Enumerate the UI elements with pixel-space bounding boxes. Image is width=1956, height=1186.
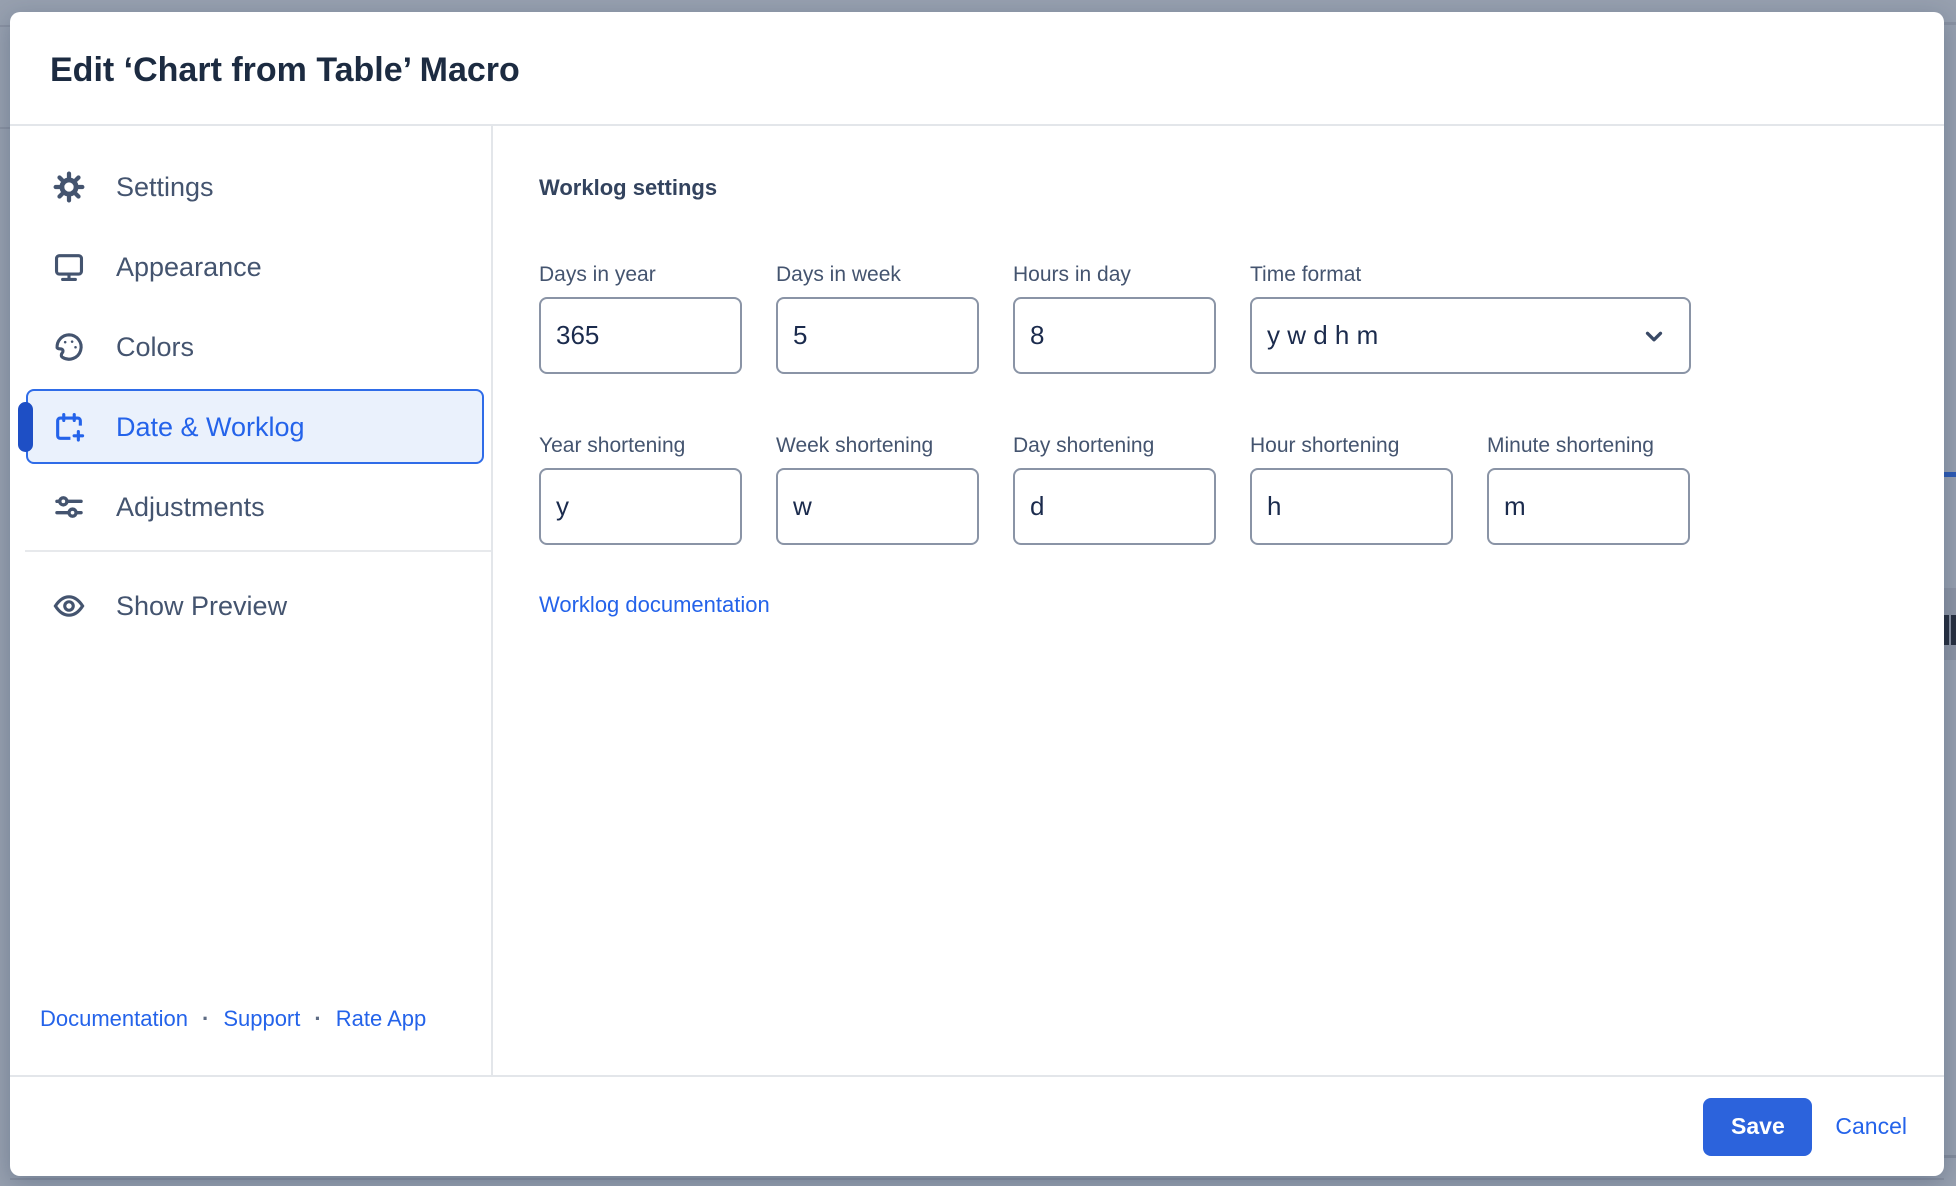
field-minute-shortening: Minute shortening bbox=[1487, 433, 1690, 545]
field-label: Week shortening bbox=[776, 433, 979, 459]
sidebar-item-label: Colors bbox=[116, 330, 194, 364]
dot-separator: · bbox=[202, 1005, 209, 1033]
sliders-icon bbox=[52, 490, 86, 524]
field-hour-shortening: Hour shortening bbox=[1250, 433, 1453, 545]
sidebar-item-show-preview[interactable]: Show Preview bbox=[26, 568, 484, 643]
field-label: Hours in day bbox=[1013, 262, 1216, 288]
worklog-settings-panel: Worklog settings Days in year Days in we… bbox=[493, 126, 1944, 1075]
hour-shortening-input[interactable] bbox=[1250, 468, 1453, 545]
field-days-in-week: Days in week bbox=[776, 262, 979, 374]
field-year-shortening: Year shortening bbox=[539, 433, 742, 545]
background-bar-right-2 bbox=[1951, 615, 1956, 645]
dot-separator: · bbox=[314, 1005, 321, 1033]
dialog-header: Edit ‘Chart from Table’ Macro bbox=[10, 12, 1944, 126]
year-shortening-input[interactable] bbox=[539, 468, 742, 545]
eye-icon bbox=[52, 589, 86, 623]
dialog-body: Settings Appearance bbox=[10, 126, 1944, 1075]
field-days-in-year: Days in year bbox=[539, 262, 742, 374]
field-label: Day shortening bbox=[1013, 433, 1216, 459]
field-time-format: Time format y w d h m bbox=[1250, 262, 1691, 374]
monitor-icon bbox=[52, 250, 86, 284]
sidebar-item-adjustments[interactable]: Adjustments bbox=[26, 469, 484, 544]
week-shortening-input[interactable] bbox=[776, 468, 979, 545]
days-in-year-input[interactable] bbox=[539, 297, 742, 374]
sidebar-item-label: Show Preview bbox=[116, 589, 287, 623]
fields-row-2: Year shortening Week shortening Day shor… bbox=[539, 433, 1944, 545]
rate-app-link[interactable]: Rate App bbox=[336, 1005, 427, 1033]
background-bar-right-1 bbox=[1944, 615, 1949, 645]
sidebar-item-settings[interactable]: Settings bbox=[26, 149, 484, 224]
field-label: Year shortening bbox=[539, 433, 742, 459]
documentation-link[interactable]: Documentation bbox=[40, 1005, 188, 1033]
sidebar-item-label: Adjustments bbox=[116, 490, 265, 524]
sidebar-item-label: Settings bbox=[116, 170, 214, 204]
sidebar-footer-links: Documentation · Support · Rate App bbox=[40, 1005, 426, 1033]
field-label: Time format bbox=[1250, 262, 1691, 288]
sidebar-divider bbox=[25, 550, 491, 552]
selected-indicator-pill bbox=[18, 402, 33, 452]
minute-shortening-input[interactable] bbox=[1487, 468, 1690, 545]
field-label: Minute shortening bbox=[1487, 433, 1690, 459]
background-line-left bbox=[0, 127, 10, 129]
field-label: Hour shortening bbox=[1250, 433, 1453, 459]
cancel-button[interactable]: Cancel bbox=[1835, 1113, 1907, 1140]
field-label: Days in year bbox=[539, 262, 742, 288]
worklog-documentation-link[interactable]: Worklog documentation bbox=[539, 591, 770, 619]
time-format-value: y w d h m bbox=[1267, 320, 1641, 351]
field-week-shortening: Week shortening bbox=[776, 433, 979, 545]
hours-in-day-input[interactable] bbox=[1013, 297, 1216, 374]
support-link[interactable]: Support bbox=[223, 1005, 300, 1033]
background-line-left-top bbox=[0, 25, 10, 27]
calendar-plus-icon bbox=[52, 410, 86, 444]
field-hours-in-day: Hours in day bbox=[1013, 262, 1216, 374]
day-shortening-input[interactable] bbox=[1013, 468, 1216, 545]
sidebar-item-colors[interactable]: Colors bbox=[26, 309, 484, 384]
dialog-title: Edit ‘Chart from Table’ Macro bbox=[50, 50, 1944, 90]
background-blue-line-right bbox=[1944, 472, 1956, 477]
background-line-right-top bbox=[1944, 22, 1956, 25]
gear-icon bbox=[52, 170, 86, 204]
sidebar-item-label: Date & Worklog bbox=[116, 410, 305, 444]
sidebar: Settings Appearance bbox=[10, 126, 493, 1075]
sidebar-item-appearance[interactable]: Appearance bbox=[26, 229, 484, 304]
background-line-right-bottom bbox=[1944, 1155, 1956, 1158]
sidebar-item-label: Appearance bbox=[116, 250, 262, 284]
edit-macro-dialog: Edit ‘Chart from Table’ Macro Settings bbox=[10, 12, 1944, 1176]
section-heading: Worklog settings bbox=[539, 174, 1944, 202]
save-button[interactable]: Save bbox=[1703, 1098, 1812, 1156]
time-format-select[interactable]: y w d h m bbox=[1250, 297, 1691, 374]
fields-row-1: Days in year Days in week Hours in day T… bbox=[539, 262, 1944, 374]
days-in-week-input[interactable] bbox=[776, 297, 979, 374]
sidebar-item-date-worklog[interactable]: Date & Worklog bbox=[26, 389, 484, 464]
background-line-bottom bbox=[10, 1178, 1944, 1180]
palette-icon bbox=[52, 330, 86, 364]
dialog-footer: Save Cancel bbox=[10, 1075, 1944, 1176]
field-day-shortening: Day shortening bbox=[1013, 433, 1216, 545]
chevron-down-icon bbox=[1641, 323, 1667, 349]
field-label: Days in week bbox=[776, 262, 979, 288]
screen: Edit ‘Chart from Table’ Macro Settings bbox=[0, 0, 1956, 1186]
